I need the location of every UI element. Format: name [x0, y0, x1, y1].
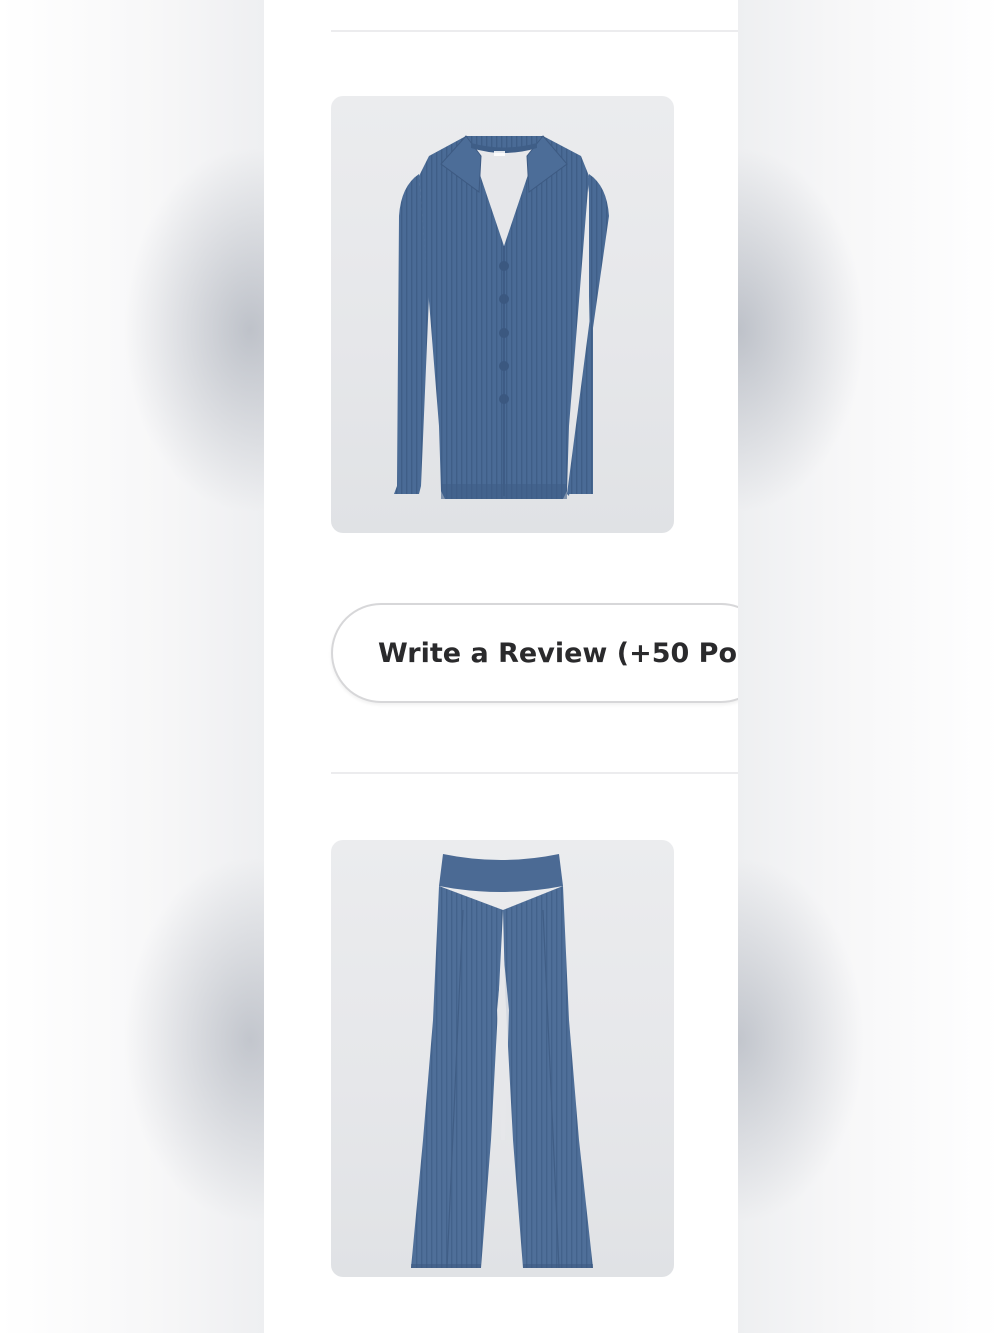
- blurred-background-left: [0, 0, 264, 1333]
- write-review-button[interactable]: Write a Review (+50 Points): [331, 603, 738, 703]
- section-divider: [331, 772, 738, 774]
- product-image-pants[interactable]: [331, 840, 674, 1277]
- cardigan-illustration: [394, 135, 609, 499]
- write-review-label: Write a Review (+50 Points): [378, 638, 738, 669]
- pants-illustration: [411, 854, 593, 1269]
- screen-content: Write a Review (+50 Points): [264, 0, 738, 1333]
- blurred-background-right: [738, 0, 1000, 1333]
- section-divider: [331, 30, 738, 32]
- product-image-cardigan[interactable]: [331, 96, 674, 533]
